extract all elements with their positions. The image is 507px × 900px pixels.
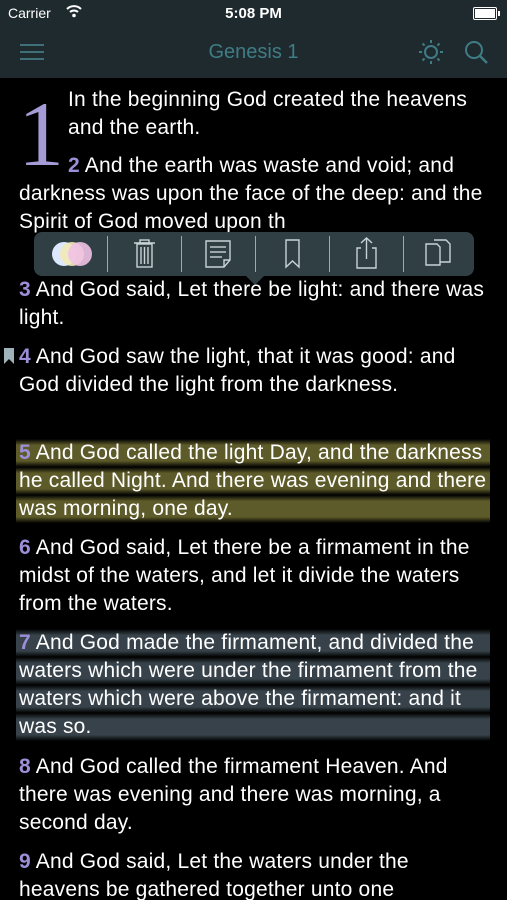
share-icon [356, 237, 377, 269]
verse-8[interactable]: 8 And God called the firmament Heaven. A… [19, 753, 489, 837]
verse-number: 5 [19, 441, 31, 464]
verse-number: 3 [19, 278, 31, 301]
verse-text: And God called the light Day, and the da… [19, 441, 487, 520]
verse-number: 7 [19, 631, 31, 654]
battery-icon [473, 7, 500, 20]
verse-text: And God called the firmament Heaven. And… [19, 755, 448, 834]
search-icon[interactable] [463, 39, 489, 65]
bookmark-marker-icon [4, 348, 14, 364]
bookmark-button[interactable] [256, 232, 329, 276]
trash-icon [134, 239, 155, 268]
copy-button[interactable] [404, 232, 474, 276]
verse-text: In the beginning God created the heavens… [68, 88, 468, 139]
note-button[interactable] [182, 232, 255, 276]
share-button[interactable] [330, 232, 403, 276]
chapter-content[interactable]: 1 In the beginning God created the heave… [0, 78, 507, 900]
verse-text: And God said, Let there be a firmament i… [19, 536, 470, 615]
verse-text: And God saw the light, that it was good:… [19, 345, 456, 396]
verse-3[interactable]: 3 And God said, Let there be light: and … [19, 276, 489, 332]
verse-number: 4 [19, 345, 31, 368]
note-icon [205, 240, 231, 268]
highlight-color-icon [52, 242, 92, 266]
verse-4[interactable]: 4 And God saw the light, that it was goo… [19, 343, 489, 399]
verse-2[interactable]: 2 And the earth was waste and void; and … [19, 152, 489, 236]
verse-7[interactable]: 7 And God made the firmament, and divide… [19, 629, 489, 741]
status-time: 5:08 PM [225, 5, 282, 22]
verse-text: And God made the firmament, and divided … [19, 631, 478, 738]
verse-6[interactable]: 6 And God said, Let there be a firmament… [19, 534, 489, 618]
verse-text: And the earth was waste and void; and da… [19, 154, 483, 233]
verse-1[interactable]: In the beginning God created the heavens… [68, 86, 498, 142]
verse-text: And God said, Let the waters under the h… [19, 850, 409, 900]
verse-number: 8 [19, 755, 31, 778]
highlight-color-button[interactable] [34, 232, 107, 276]
bookmark-icon [285, 239, 300, 269]
verse-number: 9 [19, 850, 31, 873]
verse-action-toolbar [34, 232, 474, 285]
verse-5[interactable]: 5 And God called the light Day, and the … [19, 439, 489, 523]
navigation-bar: Genesis 1 [0, 26, 507, 78]
verse-9[interactable]: 9 And God said, Let the waters under the… [19, 848, 489, 900]
verse-number: 2 [68, 154, 80, 177]
verse-text: And God said, Let there be light: and th… [19, 278, 485, 329]
verse-number: 6 [19, 536, 31, 559]
delete-button[interactable] [108, 232, 181, 276]
status-bar: Carrier 5:08 PM [0, 0, 507, 26]
copy-icon [425, 239, 451, 266]
brightness-icon[interactable] [418, 39, 444, 65]
